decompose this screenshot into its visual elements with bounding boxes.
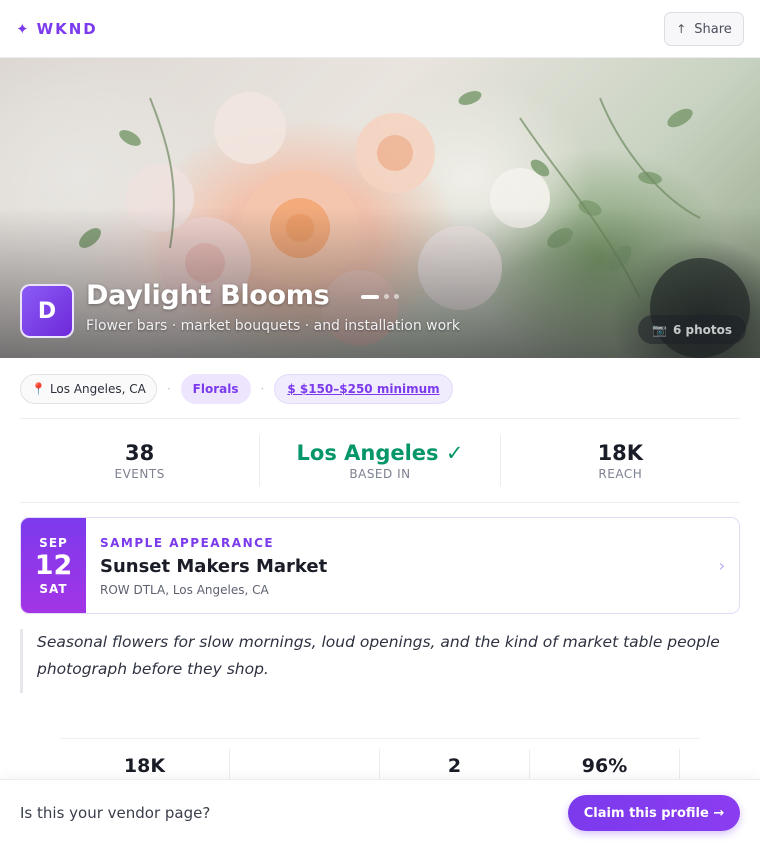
tag-separator: · bbox=[260, 382, 265, 396]
event-date-block: SEP 12 SAT bbox=[21, 518, 86, 613]
share-label: Share bbox=[694, 21, 732, 37]
event-day: 12 bbox=[34, 549, 73, 581]
carousel-dot[interactable] bbox=[384, 294, 389, 299]
brand-logo[interactable]: ✦ WKND bbox=[16, 20, 98, 38]
photos-button[interactable]: 📷 6 photos bbox=[638, 315, 746, 344]
vendor-tagline: Flower bars · market bouquets · and inst… bbox=[86, 318, 461, 334]
stat-label: REACH bbox=[598, 466, 643, 481]
location-tag[interactable]: 📍 Los Angeles, CA bbox=[20, 374, 157, 404]
location-pin-icon: 📍 bbox=[31, 382, 46, 396]
claim-profile-bar: Is this your vendor page? Claim this pro… bbox=[0, 779, 760, 850]
sparkle-icon: ✦ bbox=[16, 20, 29, 38]
event-venue: ROW DTLA, Los Angeles, CA bbox=[100, 583, 269, 597]
vendor-name: Daylight Blooms bbox=[86, 280, 330, 311]
event-title: Sunset Makers Market bbox=[100, 556, 328, 577]
event-kicker: SAMPLE APPEARANCE bbox=[100, 536, 275, 550]
stats-row: 38 EVENTS Los Angeles ✓ BASED IN 18K REA… bbox=[20, 418, 740, 503]
claim-profile-button[interactable]: Claim this profile → bbox=[568, 795, 740, 831]
event-weekday: SAT bbox=[39, 581, 68, 596]
event-month: SEP bbox=[39, 535, 68, 550]
stat-reach: 18K REACH bbox=[501, 435, 740, 486]
stat-value: 18K bbox=[597, 440, 644, 465]
stat-based-in: Los Angeles ✓ BASED IN bbox=[260, 435, 501, 486]
share-button[interactable]: ↑ Share bbox=[664, 12, 744, 46]
carousel-dot-active[interactable] bbox=[361, 294, 379, 299]
chevron-right-icon: › bbox=[718, 556, 725, 575]
location-label: Los Angeles, CA bbox=[49, 382, 146, 396]
stat-label: EVENTS bbox=[114, 466, 165, 481]
vendor-tags: 📍 Los Angeles, CA · Florals · $ $150–$25… bbox=[20, 374, 453, 404]
vendor-avatar: D bbox=[20, 284, 74, 338]
stat-events: 38 EVENTS bbox=[20, 435, 261, 486]
photos-count: 6 photos bbox=[672, 322, 732, 337]
share-arrow-icon: ↑ bbox=[676, 22, 687, 36]
carousel-dots[interactable] bbox=[361, 294, 399, 299]
camera-icon: 📷 bbox=[652, 322, 667, 337]
brand-name: WKND bbox=[36, 20, 98, 38]
sample-event-card[interactable]: SEP 12 SAT SAMPLE APPEARANCE Sunset Make… bbox=[20, 517, 740, 614]
claim-question: Is this your vendor page? bbox=[20, 804, 211, 822]
stat-label: BASED IN bbox=[349, 466, 411, 481]
event-info: SAMPLE APPEARANCE Sunset Makers Market R… bbox=[86, 518, 739, 613]
tag-separator: · bbox=[166, 382, 171, 396]
top-bar: ✦ WKND ↑ Share bbox=[0, 0, 760, 58]
stat-value: 38 bbox=[125, 440, 155, 465]
carousel-dot[interactable] bbox=[394, 294, 399, 299]
stat-value: Los Angeles ✓ bbox=[296, 440, 464, 465]
price-tag[interactable]: $ $150–$250 minimum bbox=[274, 374, 453, 404]
category-tag[interactable]: Florals bbox=[180, 374, 251, 404]
hero-photo[interactable]: D Daylight Blooms Flower bars · market b… bbox=[0, 58, 760, 358]
vendor-quote: Seasonal flowers for slow mornings, loud… bbox=[20, 629, 720, 693]
